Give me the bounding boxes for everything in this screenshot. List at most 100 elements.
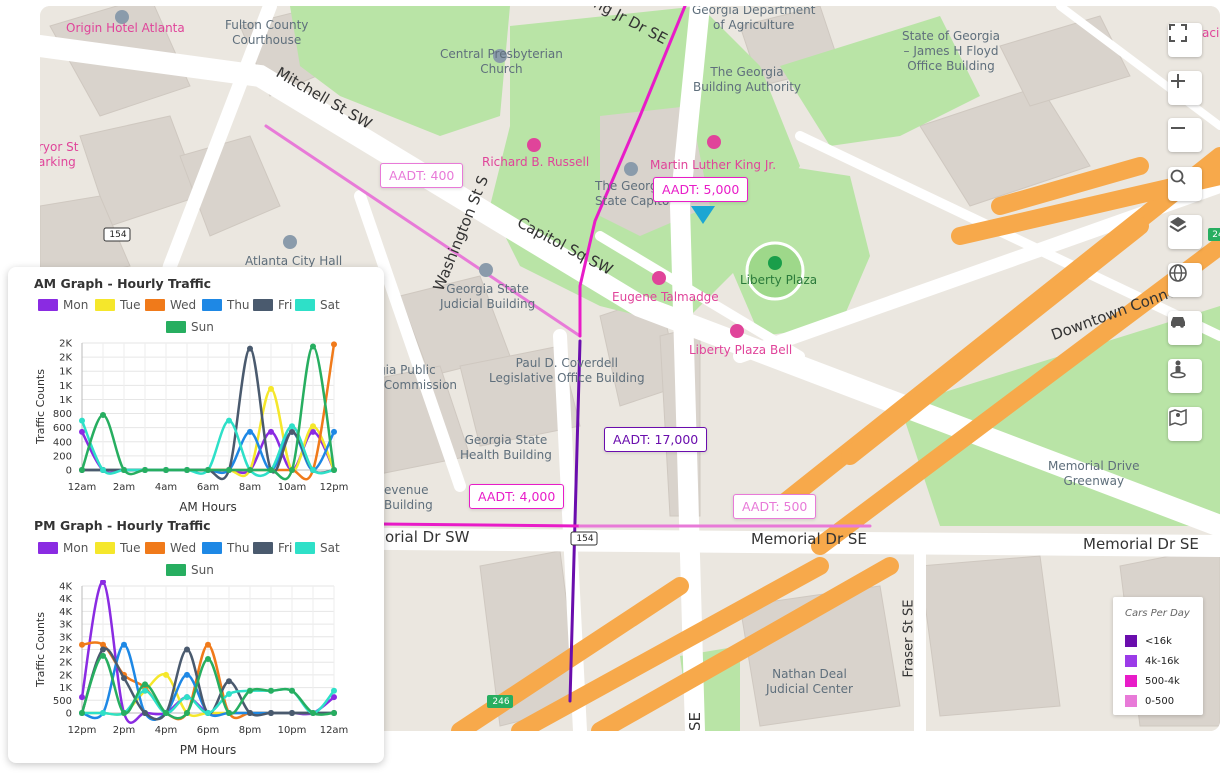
data-point: [226, 710, 232, 716]
data-point: [268, 687, 274, 694]
pm-graph-title: PM Graph - Hourly Traffic: [34, 518, 211, 533]
am-legend-sun[interactable]: Sun: [166, 320, 214, 334]
y-tick-label: 0: [66, 709, 72, 720]
legend-item-500-4k: 500-4k: [1125, 675, 1180, 687]
legend-item-0-500: 0-500: [1125, 695, 1174, 707]
data-point: [331, 710, 337, 716]
poi-coverdell[interactable]: Paul D. Coverdell Legislative Office Bui…: [489, 356, 645, 386]
data-point: [100, 652, 106, 659]
pm-legend-tue[interactable]: Tue: [95, 541, 141, 555]
x-tick-label: 6am: [197, 482, 219, 493]
poi-richard-russell[interactable]: Richard B. Russell: [482, 155, 589, 170]
data-point: [310, 467, 316, 473]
fullscreen-button[interactable]: [1168, 23, 1202, 57]
layers-icon: [1169, 217, 1187, 233]
pm-legend-fri[interactable]: Fri: [253, 541, 292, 555]
data-point: [310, 343, 316, 350]
poi-floyd-building[interactable]: State of Georgia – James H Floyd Office …: [902, 29, 1000, 74]
pm-legend-wed[interactable]: Wed: [145, 541, 196, 555]
poi-liberty-plaza[interactable]: Liberty Plaza: [740, 273, 817, 288]
y-tick-label: 2K: [59, 658, 72, 669]
y-tick-label: 3K: [59, 620, 72, 631]
y-tick-label: 2K: [59, 353, 72, 364]
map-pin-icon: [1169, 408, 1187, 427]
poi-health-building[interactable]: Georgia State Health Building: [460, 433, 552, 463]
poi-memorial-greenway[interactable]: Memorial Drive Greenway: [1048, 459, 1140, 489]
poi-acia[interactable]: aci: [1202, 26, 1219, 41]
street-view-button[interactable]: [1168, 359, 1202, 393]
data-point: [163, 671, 169, 678]
data-point: [79, 417, 85, 424]
poi-pryor-st[interactable]: ryor St arking: [40, 140, 78, 170]
pm-legend: Mon Tue Wed Thu Fri Sat Sun: [38, 541, 358, 581]
street-se-bottom: SE: [686, 712, 704, 731]
x-tick-label: 12am: [68, 482, 97, 493]
am-graph-title: AM Graph - Hourly Traffic: [34, 276, 212, 291]
x-tick-label: 12pm: [320, 482, 349, 493]
car-button[interactable]: [1168, 311, 1202, 345]
poi-nathan-deal[interactable]: Nathan Deal Judicial Center: [766, 667, 853, 697]
legend-title: Cars Per Day: [1125, 608, 1190, 619]
am-legend-sat[interactable]: Sat: [295, 298, 340, 312]
pm-legend-thu[interactable]: Thu: [202, 541, 250, 555]
poi-eugene-talmadge[interactable]: Eugene Talmadge: [612, 290, 719, 305]
x-tick-label: 6pm: [197, 725, 219, 736]
legend-swatch: [1125, 635, 1137, 647]
aadt-label-500[interactable]: AADT: 500: [733, 494, 817, 519]
zoom-out-button[interactable]: [1168, 118, 1202, 152]
pm-legend-sat[interactable]: Sat: [295, 541, 340, 555]
data-point: [184, 646, 190, 653]
shield-246: 246: [492, 697, 510, 707]
poi-judicial-building[interactable]: Georgia State Judicial Building: [440, 282, 535, 312]
am-legend-thu[interactable]: Thu: [202, 298, 250, 312]
data-point: [163, 467, 169, 473]
data-point: [100, 467, 106, 473]
y-tick-label: 600: [53, 423, 72, 434]
poi-liberty-plaza-bell[interactable]: Liberty Plaza Bell: [689, 343, 792, 358]
data-point: [247, 428, 253, 435]
poi-central-presbyterian[interactable]: Central Presbyterian Church: [440, 47, 563, 77]
data-point: [205, 710, 211, 716]
poi-origin-hotel[interactable]: Origin Hotel Atlanta: [66, 21, 185, 36]
data-point: [205, 656, 211, 663]
pm-legend-sun[interactable]: Sun: [166, 563, 214, 577]
am-legend-mon[interactable]: Mon: [38, 298, 88, 312]
data-point: [100, 411, 106, 418]
data-point: [289, 428, 295, 435]
y-tick-label: 1K: [59, 367, 72, 378]
aadt-label-17000[interactable]: AADT: 17,000: [604, 427, 708, 452]
globe-button[interactable]: [1168, 263, 1202, 297]
data-point: [142, 687, 148, 694]
aadt-label-4000[interactable]: AADT: 4,000: [469, 484, 565, 509]
data-point: [331, 467, 337, 473]
y-tick-label: 1K: [59, 683, 72, 694]
poi-ga-building-authority[interactable]: The Georgia Building Authority: [693, 65, 801, 95]
pm-legend-mon[interactable]: Mon: [38, 541, 88, 555]
x-tick-label: 8pm: [239, 725, 261, 736]
aadt-label-400[interactable]: AADT: 400: [380, 163, 464, 188]
data-point: [79, 710, 85, 716]
data-point: [121, 710, 127, 716]
poi-mlk[interactable]: Martin Luther King Jr.: [650, 158, 776, 173]
x-axis-label: AM Hours: [179, 500, 237, 514]
data-point: [289, 423, 295, 430]
poi-fulton-courthouse[interactable]: Fulton County Courthouse: [225, 18, 308, 48]
search-button[interactable]: [1168, 167, 1202, 201]
poi-ga-dept-agriculture[interactable]: Georgia Department of Agriculture: [692, 6, 815, 33]
x-tick-label: 4am: [155, 482, 177, 493]
layers-button[interactable]: [1168, 215, 1202, 249]
data-point: [331, 428, 337, 435]
aadt-label-5000[interactable]: AADT: 5,000: [653, 177, 749, 202]
y-tick-label: 4K: [59, 594, 72, 605]
zoom-in-button[interactable]: [1168, 71, 1202, 105]
map-pin-button[interactable]: [1168, 407, 1202, 441]
x-tick-label: 10pm: [278, 725, 307, 736]
am-legend-wed[interactable]: Wed: [145, 298, 196, 312]
data-point: [247, 710, 253, 716]
data-point: [268, 385, 274, 392]
data-point: [79, 428, 85, 435]
data-point: [184, 467, 190, 473]
am-legend-fri[interactable]: Fri: [253, 298, 292, 312]
poi-revenue-building[interactable]: evenue Building: [384, 483, 433, 513]
am-legend-tue[interactable]: Tue: [95, 298, 141, 312]
